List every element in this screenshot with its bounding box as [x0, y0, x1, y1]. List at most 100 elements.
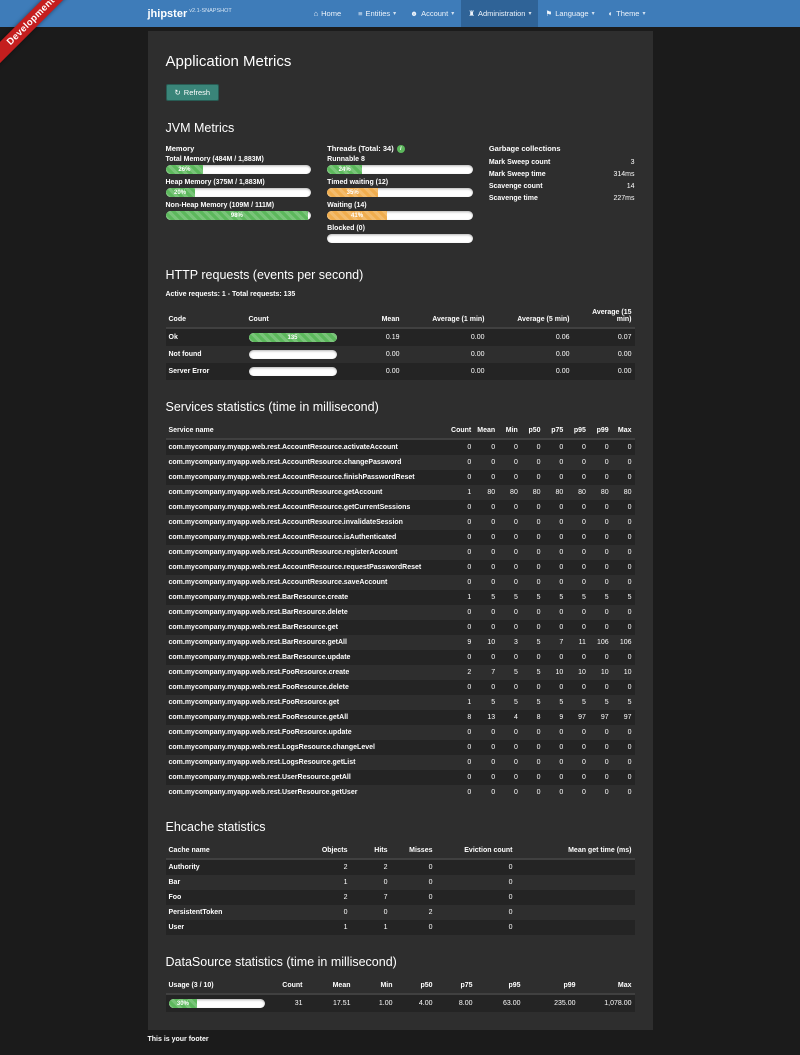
table-row: PersistentToken 0 0 2 0	[166, 905, 635, 920]
gc-stat-row: Scavenge count 14	[489, 180, 635, 192]
metric-value: 17.51	[306, 994, 354, 1012]
service-name: com.mycompany.myapp.web.rest.AccountReso…	[166, 470, 449, 485]
table-row: Not found 0.00 0.00 0.00 0.00	[166, 346, 635, 363]
table-row: com.mycompany.myapp.web.rest.AccountReso…	[166, 455, 635, 470]
column-header: Mean	[341, 305, 403, 328]
metric-value: 31	[271, 994, 306, 1012]
metric-value: 4.00	[396, 994, 436, 1012]
metric-value: 0	[544, 500, 567, 515]
metric-value: 0	[566, 740, 589, 755]
nav-item-label: Administration	[478, 9, 526, 18]
metric-value: 0	[566, 470, 589, 485]
metric-value: 0	[521, 740, 544, 755]
metric-value: 0	[612, 575, 635, 590]
metric-value: 0	[474, 575, 498, 590]
info-icon[interactable]: i	[397, 145, 405, 153]
metric-value: 0	[448, 680, 474, 695]
metric-value: 0.00	[573, 346, 635, 363]
gc-stat-label: Mark Sweep count	[489, 159, 550, 166]
column-header: Max	[579, 978, 635, 994]
metric-value: 0	[612, 680, 635, 695]
metric-value	[516, 920, 635, 935]
service-name: com.mycompany.myapp.web.rest.BarResource…	[166, 605, 449, 620]
gc-stat-row: Mark Sweep count 3	[489, 156, 635, 168]
metric-value: 5	[544, 590, 567, 605]
column-header: p95	[476, 978, 524, 994]
caret-down-icon: ▾	[451, 10, 454, 17]
metric-label: Heap Memory (375M / 1,883M)	[166, 179, 312, 186]
metric-value: 0	[474, 515, 498, 530]
services-statistics-heading: Services statistics (time in millisecond…	[166, 400, 635, 414]
nav-item-icon: ☻	[410, 10, 418, 18]
service-name: com.mycompany.myapp.web.rest.AccountReso…	[166, 500, 449, 515]
metric-value: 0	[521, 439, 544, 455]
nav-item[interactable]: ☻ Account ▾	[403, 0, 461, 27]
metric-value: 0	[589, 545, 612, 560]
metric-value: 0	[612, 515, 635, 530]
http-code: Not found	[166, 346, 246, 363]
metric-value: 10	[474, 635, 498, 650]
metric-value: 7	[544, 635, 567, 650]
metric-value: 0	[589, 740, 612, 755]
metric-value: 5	[474, 590, 498, 605]
table-row: com.mycompany.myapp.web.rest.BarResource…	[166, 635, 635, 650]
metric-value: 0.00	[403, 346, 488, 363]
metric-value: 0	[589, 470, 612, 485]
metric-value: 0	[521, 530, 544, 545]
metric-value: 0	[448, 530, 474, 545]
metric-value: 97	[612, 710, 635, 725]
service-name: com.mycompany.myapp.web.rest.AccountReso…	[166, 575, 449, 590]
service-name: com.mycompany.myapp.web.rest.LogsResourc…	[166, 755, 449, 770]
column-header: p75	[544, 423, 567, 439]
metric-value: 0	[474, 650, 498, 665]
metric-value: 0	[589, 755, 612, 770]
metric-value: 0	[566, 605, 589, 620]
metric-value: 0	[612, 500, 635, 515]
metric-label: Runnable 8	[327, 156, 473, 163]
metric-value: 5	[521, 695, 544, 710]
metric-value: 80	[589, 485, 612, 500]
metric-value: 0.00	[403, 328, 488, 346]
nav-item[interactable]: ⚑ Language ▾	[538, 0, 601, 27]
metric-value: 2	[296, 859, 351, 875]
progress-bar: 98%	[166, 211, 312, 220]
page-title: Application Metrics	[166, 53, 635, 70]
ehcache-statistics-heading: Ehcache statistics	[166, 820, 635, 834]
progress-bar-fill: 135	[249, 333, 337, 342]
nav-item[interactable]: ⌂ Home	[307, 0, 352, 27]
nav-item[interactable]: ♜ Administration ▾	[461, 0, 538, 27]
progress-bar-fill: 30%	[169, 999, 198, 1008]
refresh-button[interactable]: ↻ Refresh	[166, 84, 220, 101]
metric-value: 0	[498, 470, 521, 485]
metric-value: 5	[589, 590, 612, 605]
table-row: com.mycompany.myapp.web.rest.FooResource…	[166, 680, 635, 695]
nav-item[interactable]: ≡ Entities ▾	[351, 0, 403, 27]
metric-label: Total Memory (484M / 1,883M)	[166, 156, 312, 163]
metric-value: 9	[544, 710, 567, 725]
refresh-icon: ↻	[175, 88, 181, 97]
navbar: jhipsterv2.1-SNAPSHOT ⌂ Home ≡ Entities …	[0, 0, 800, 27]
progress-bar: 30%	[169, 999, 265, 1008]
table-header-row: Cache nameObjectsHitsMissesEviction coun…	[166, 843, 635, 859]
caret-down-icon: ▾	[528, 10, 531, 17]
progress-bar	[249, 367, 337, 376]
metric-value: 0.00	[488, 346, 573, 363]
column-header: Usage (3 / 10)	[166, 978, 271, 994]
metric-value: 0	[391, 875, 436, 890]
memory-metric: Non-Heap Memory (109M / 111M) 98%	[166, 202, 312, 220]
brand-logo[interactable]: jhipsterv2.1-SNAPSHOT	[148, 8, 232, 20]
metric-value: 0	[474, 785, 498, 800]
metric-value: 0	[498, 770, 521, 785]
column-header: Mean	[306, 978, 354, 994]
metric-value: 63.00	[476, 994, 524, 1012]
metric-value: 106	[612, 635, 635, 650]
nav-item-icon: ♜	[468, 10, 475, 18]
metric-value: 0	[566, 515, 589, 530]
metric-value: 0	[521, 785, 544, 800]
metric-value: 0	[474, 500, 498, 515]
metric-value: 0	[474, 680, 498, 695]
nav-item[interactable]: ◐ Theme ▾	[602, 0, 653, 27]
column-header: Hits	[351, 843, 391, 859]
metric-value: 0	[498, 650, 521, 665]
metric-value: 5	[566, 695, 589, 710]
